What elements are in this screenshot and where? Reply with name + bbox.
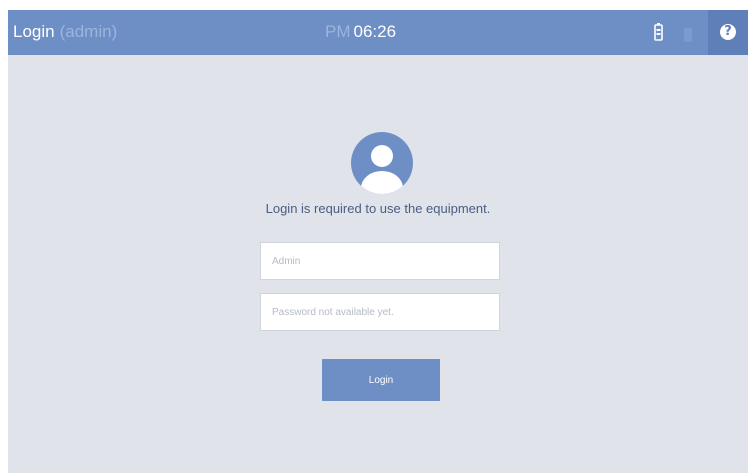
login-screen: Login (admin) PM 06:26 ? Login is required [8,10,748,473]
clock: PM 06:26 [325,22,396,42]
clock-period: PM [325,22,351,41]
battery-icon [654,23,663,41]
login-required-message: Login is required to use the equipment. [265,201,491,216]
password-field[interactable] [260,293,500,331]
page-title: Login (admin) [13,22,117,42]
title-label: Login [13,22,55,41]
status-icon [684,28,692,42]
header-bar: Login (admin) PM 06:26 ? [8,10,748,55]
clock-time: 06:26 [353,22,397,41]
help-button[interactable]: ? [708,10,748,55]
login-button[interactable]: Login [322,359,440,401]
help-icon: ? [720,24,736,40]
username-field[interactable] [260,242,500,280]
user-avatar-icon [351,132,413,194]
current-user-label: (admin) [59,22,118,41]
